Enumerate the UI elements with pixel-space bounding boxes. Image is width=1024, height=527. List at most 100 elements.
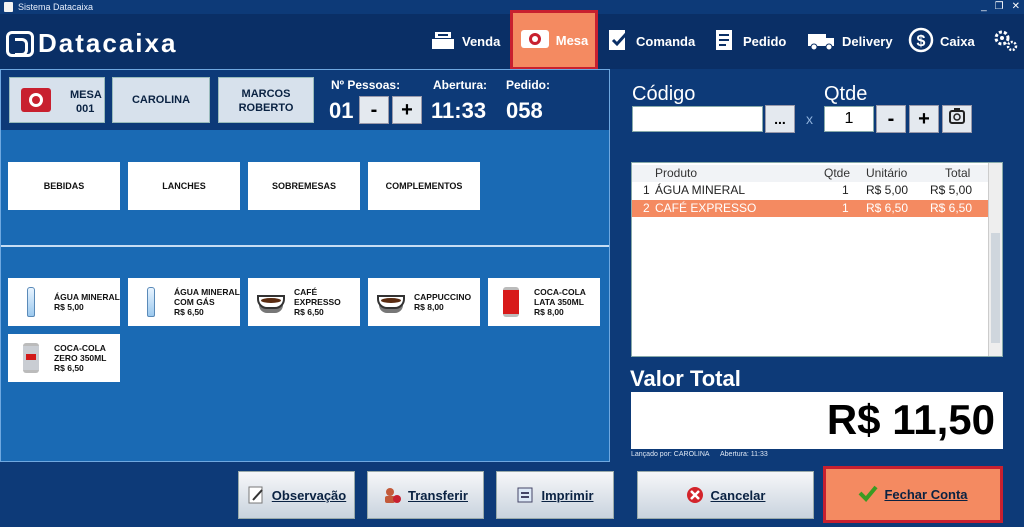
row-total: R$ 6,50 [930,201,973,215]
observacao-button[interactable]: Observação [238,471,355,519]
product-price: R$ 6,50 [54,363,84,373]
restore-button[interactable]: ❐ [995,0,1004,14]
bottle-icon [134,283,168,321]
mesa-number: 001 [76,103,95,115]
nav-mesa[interactable]: Mesa [510,10,598,70]
brand-name: Datacaixa [38,28,178,58]
col-unitario: Unitário [866,166,908,180]
pedido-value: 058 [506,98,543,123]
transferir-label: Transferir [408,487,468,503]
codigo-lookup-button[interactable]: ... [765,105,795,133]
valor-total-value: R$ 11,50 [631,392,1003,449]
col-total: Total [945,166,971,180]
fechar-conta-button[interactable]: Fechar Conta [823,466,1003,523]
section-divider [1,245,609,247]
lancado-por: Lançado por: CAROLINA [631,451,710,458]
nav-comanda[interactable]: Comanda [606,14,695,69]
bottle-icon [14,283,48,321]
col-qtde: Qtde [824,166,851,180]
plate-icon [520,28,550,53]
row-number: 2 [643,201,650,215]
product-agua-mineral[interactable]: ÁGUA MINERAL R$ 5,00 [8,278,120,326]
nav-caixa-label: Caixa [940,34,975,49]
plate-icon [20,87,52,116]
codigo-label: Código [632,83,696,105]
product-name: COCA-COLA [54,343,106,353]
nav-comanda-label: Comanda [636,34,696,49]
minimize-button[interactable]: _ [981,0,987,14]
product-name: ÁGUA MINERAL [54,292,120,302]
grid-scrollbar[interactable] [988,163,1002,356]
nav-mesa-label: Mesa [555,32,589,48]
row-produto: CAFÉ EXPRESSO [655,201,757,215]
product-name-2: ZERO 350ML [54,353,107,363]
product-price: R$ 8,00 [534,307,564,317]
nav-caixa[interactable]: $ Caixa [908,14,975,69]
imprimir-label: Imprimir [541,487,594,503]
print-icon [516,486,534,504]
qtde-label: Qtde [824,83,868,105]
product-price: R$ 8,00 [414,302,444,312]
product-coca-cola-lata[interactable]: COCA-COLA LATA 350ML R$ 8,00 [488,278,600,326]
customer-name-line1: MARCOS [241,88,291,100]
svg-text:$: $ [917,33,926,50]
soda-can-icon [14,339,48,377]
codigo-input[interactable] [632,106,763,132]
col-produto: Produto [655,166,698,180]
mesa-button[interactable]: MESA 001 [9,77,105,123]
observacao-label: Observação [271,487,347,503]
imprimir-button[interactable]: Imprimir [496,471,614,519]
register-icon [430,29,456,54]
qtde-plus-button[interactable]: + [909,105,939,133]
category-bebidas[interactable]: BEBIDAS [8,162,120,210]
product-name-2: COM GÁS [174,297,215,307]
close-button[interactable]: ✕ [1012,0,1020,14]
product-cafe-expresso[interactable]: CAFÉ EXPRESSO R$ 6,50 [248,278,360,326]
pessoas-plus-button[interactable]: + [392,96,422,124]
pedido-label: Pedido: [506,78,550,92]
table-row[interactable]: 1 ÁGUA MINERAL 1 R$ 5,00 R$ 5,00 [632,182,988,199]
dollar-icon: $ [908,27,934,56]
brand-logo: Datacaixa [6,28,177,59]
nav-venda[interactable]: Venda [430,14,500,69]
valor-total-label: Valor Total [630,366,741,391]
product-name: COCA-COLA [534,287,586,297]
abertura-label: Abertura: [433,78,488,92]
category-sobremesas[interactable]: SOBREMESAS [248,162,360,210]
cancel-icon [686,486,704,504]
coffee-cup-icon [374,283,408,321]
waiter-button[interactable]: CAROLINA [112,77,210,123]
abertura-note: Abertura: 11:33 [720,451,768,458]
category-lanches[interactable]: LANCHES [128,162,240,210]
nav-pedido[interactable]: Pedido [713,14,786,69]
transferir-button[interactable]: Transferir [367,471,484,519]
qtde-input[interactable] [824,106,874,132]
product-coca-cola-zero[interactable]: COCA-COLA ZERO 350ML R$ 6,50 [8,334,120,382]
fechar-conta-label: Fechar Conta [884,487,968,502]
coffee-cup-icon [254,283,288,321]
pessoas-label: Nº Pessoas: [331,78,401,92]
nav-delivery-label: Delivery [842,34,893,49]
table-row[interactable]: 2 CAFÉ EXPRESSO 1 R$ 6,50 R$ 6,50 [632,200,988,217]
product-price: R$ 5,00 [54,302,84,312]
customer-button[interactable]: MARCOS ROBERTO [218,77,314,123]
window-controls: _ ❐ ✕ [981,0,1020,14]
scroll-thumb[interactable] [991,233,1000,343]
nav-delivery[interactable]: Delivery [806,14,893,69]
product-cappuccino[interactable]: CAPPUCCINO R$ 8,00 [368,278,480,326]
qtde-minus-button[interactable]: - [876,105,906,133]
gear-icon [992,27,1018,56]
product-agua-com-gas[interactable]: ÁGUA MINERAL COM GÁS R$ 6,50 [128,278,240,326]
pessoas-minus-button[interactable]: - [359,96,389,124]
mesa-label: MESA [70,89,102,101]
soda-can-icon [494,283,528,321]
scale-button[interactable] [942,105,972,133]
app-icon [4,2,13,12]
category-complementos[interactable]: COMPLEMENTOS [368,162,480,210]
order-icon [713,28,737,55]
customer-name-line2: ROBERTO [238,102,294,114]
product-price: R$ 6,50 [294,307,324,317]
row-qtde: 1 [842,183,849,197]
settings-button[interactable] [992,14,1018,69]
cancelar-button[interactable]: Cancelar [637,471,814,519]
